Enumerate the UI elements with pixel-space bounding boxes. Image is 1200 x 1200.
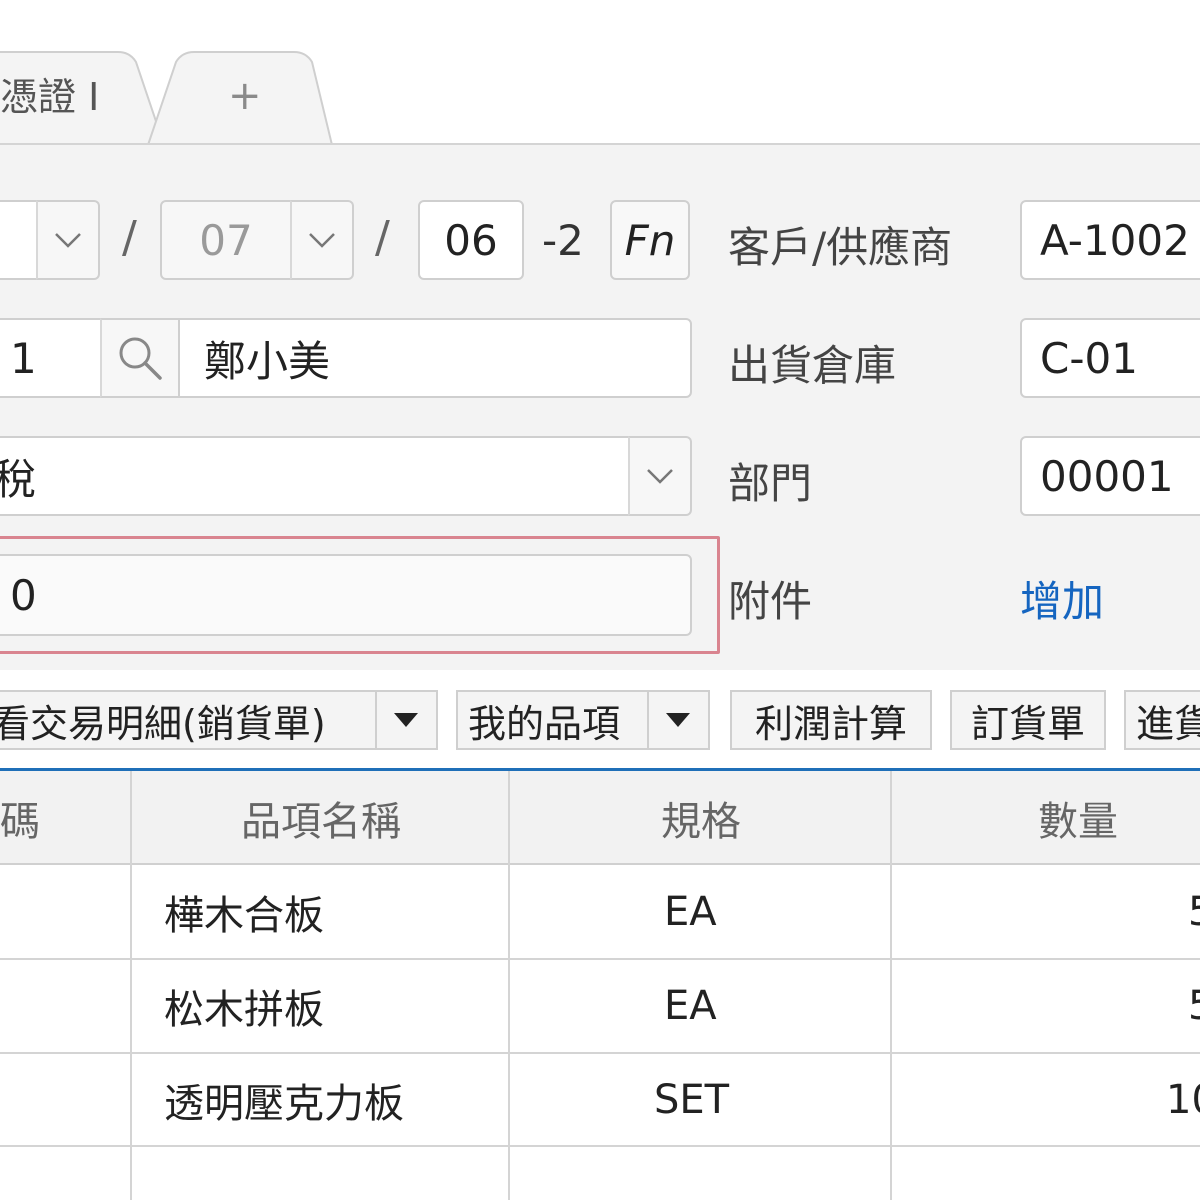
attachment-add-link[interactable]: 增加 <box>1020 568 1104 629</box>
chevron-down-icon <box>647 469 673 484</box>
caret-down-icon <box>394 713 419 727</box>
date-month-field[interactable]: 07 <box>160 200 292 280</box>
department-field[interactable]: 00001 <box>1020 436 1200 516</box>
profit-calculation-button[interactable]: 利潤計算 <box>730 690 932 750</box>
my-items-button[interactable]: 我的品項 <box>456 690 710 750</box>
table-row-empty[interactable] <box>0 1147 1200 1200</box>
quantity-cell[interactable]: 5 <box>1188 866 1200 958</box>
quantity-cell[interactable]: 5 <box>1188 960 1200 1052</box>
attachment-label: 附件 <box>728 577 813 626</box>
date-sequence-suffix: -2 <box>542 216 584 265</box>
table-row[interactable]: 透明壓克力板 SET 10 <box>0 1054 1200 1145</box>
item-name-cell[interactable]: 透明壓克力板 <box>164 1054 404 1145</box>
date-year-dropdown[interactable] <box>36 200 100 280</box>
purchase-button[interactable]: 進貨 <box>1124 690 1200 750</box>
tax-type-select[interactable]: 稅 <box>0 436 630 516</box>
chevron-down-icon <box>55 233 81 248</box>
employee-search-button[interactable] <box>100 318 180 398</box>
spec-cell[interactable]: EA <box>664 960 717 1052</box>
caret-down-icon <box>666 713 691 727</box>
employee-code-field[interactable]: 1 <box>0 318 102 398</box>
new-tab-button[interactable]: + <box>228 76 262 116</box>
table-row[interactable]: 松木拼板 EA 5 <box>0 960 1200 1052</box>
my-items-label: 我的品項 <box>468 701 621 746</box>
warehouse-label: 出貨倉庫 <box>728 341 897 390</box>
view-transaction-details-dropdown[interactable] <box>374 692 436 748</box>
date-separator-2: / <box>375 212 390 263</box>
search-icon <box>119 337 162 380</box>
amount-field[interactable]: 0 <box>0 554 692 636</box>
column-header-spec[interactable]: 規格 <box>510 771 892 865</box>
my-items-dropdown[interactable] <box>646 692 708 748</box>
column-header-quantity[interactable]: 數量 <box>892 771 1200 865</box>
column-header-item-name[interactable]: 品項名稱 <box>132 771 510 865</box>
tab-voucher[interactable]: 憑證 I <box>0 78 99 116</box>
view-transaction-details-label: 看交易明細(銷貨單) <box>0 701 326 746</box>
date-separator-1: / <box>122 212 137 263</box>
date-day-field[interactable]: 06 <box>418 200 524 280</box>
employee-name-field[interactable]: 鄭小美 <box>178 318 692 398</box>
customer-label: 客戶/供應商 <box>728 223 953 272</box>
warehouse-field[interactable]: C-01 <box>1020 318 1200 398</box>
quantity-cell[interactable]: 10 <box>1166 1054 1200 1145</box>
column-header-code[interactable]: 碼 <box>0 771 40 865</box>
fn-button[interactable]: Fn <box>610 200 690 280</box>
order-sheet-button[interactable]: 訂貨單 <box>950 690 1106 750</box>
view-transaction-details-button[interactable]: 看交易明細(銷貨單) <box>0 690 438 750</box>
tax-type-dropdown[interactable] <box>628 436 692 516</box>
spec-cell[interactable]: SET <box>654 1054 729 1145</box>
spec-cell[interactable]: EA <box>664 866 717 958</box>
table-row[interactable]: 樺木合板 EA 5 <box>0 866 1200 958</box>
chevron-down-icon <box>309 233 335 248</box>
item-name-cell[interactable]: 松木拼板 <box>164 960 324 1052</box>
date-month-dropdown[interactable] <box>290 200 354 280</box>
date-year-field[interactable] <box>0 200 40 280</box>
item-name-cell[interactable]: 樺木合板 <box>164 866 324 958</box>
customer-field[interactable]: A-1002 <box>1020 200 1200 280</box>
tab-strip <box>0 51 334 146</box>
department-label: 部門 <box>728 459 813 508</box>
